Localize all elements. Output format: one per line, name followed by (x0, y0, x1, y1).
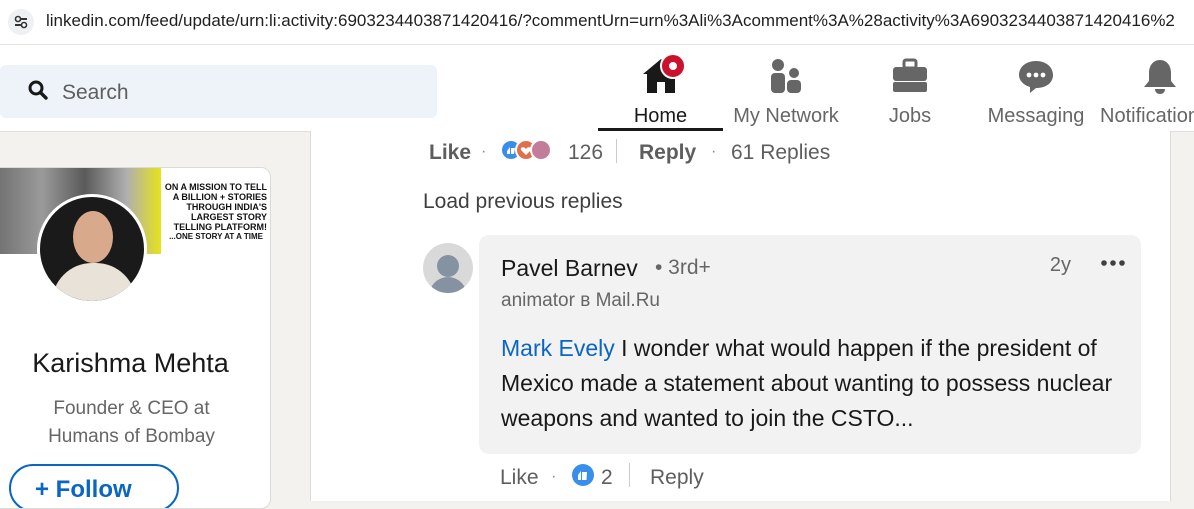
banner-text: ON A MISSION TO TELL A BILLION + STORIES… (164, 182, 267, 232)
comment-bubble: Pavel Barnev • 3rd+ animator в Mail.Ru 2… (479, 235, 1141, 454)
nav-messaging-label: Messaging (987, 105, 1085, 127)
like-button[interactable]: Like (429, 141, 471, 165)
comment-reaction-count[interactable]: 2 (601, 466, 613, 490)
comment-reply-button[interactable]: Reply (650, 466, 704, 490)
commenter-avatar[interactable] (423, 243, 473, 293)
notification-badge (660, 53, 686, 79)
site-settings-icon[interactable] (8, 9, 34, 35)
mention-link[interactable]: Mark Evely (501, 335, 615, 361)
replies-count-link[interactable]: 61 Replies (731, 141, 830, 165)
nav-messaging[interactable]: Messaging (980, 53, 1092, 131)
browser-address-bar[interactable]: linkedin.com/feed/update/urn:li:activity… (0, 0, 1194, 45)
nav-notifications[interactable]: Notifications (1100, 53, 1194, 131)
reaction-count[interactable]: 126 (568, 141, 603, 165)
search-icon (28, 80, 48, 100)
comment-author-title: animator в Mail.Ru (501, 290, 660, 311)
profile-headline: Founder & CEO at Humans of Bombay (48, 398, 215, 447)
comment-author-name[interactable]: Pavel Barnev (501, 255, 638, 282)
reactions-icon (500, 139, 552, 161)
nav-home-label: Home (633, 105, 688, 127)
url-text[interactable]: linkedin.com/feed/update/urn:li:activity… (46, 11, 1175, 31)
network-icon (771, 59, 801, 93)
messaging-icon (1019, 61, 1053, 93)
nav-my-network-label: My Network (733, 105, 839, 127)
nav-notifications-label: Notifications (1100, 105, 1194, 127)
nav-jobs-label: Jobs (888, 105, 932, 127)
more-options-icon[interactable] (1099, 253, 1127, 273)
comment-text: Mark Evely I wonder what would happen if… (501, 331, 1126, 436)
profile-name[interactable]: Karishma Mehta (0, 348, 270, 379)
reply-button[interactable]: Reply (639, 141, 696, 165)
comment-timestamp: 2y (1049, 254, 1071, 276)
load-previous-replies-button[interactable]: Load previous replies (423, 190, 623, 214)
comment-like-button[interactable]: Like (500, 466, 539, 490)
nav-jobs[interactable]: Jobs (860, 53, 960, 131)
profile-avatar[interactable] (37, 194, 147, 304)
follow-button[interactable]: + Follow (9, 464, 179, 508)
search-input[interactable]: Search (62, 81, 129, 105)
connection-degree: • 3rd+ (655, 256, 711, 279)
bell-icon (1144, 60, 1176, 94)
search-box[interactable]: Search (0, 65, 437, 118)
top-nav-bar: Search Home My Network Jobs Messaging No… (0, 45, 1194, 132)
comment-thread: Like · 126 Reply · 61 Replies Load previ… (310, 131, 1171, 501)
banner-tagline: ...ONE STORY AT A TIME (169, 232, 263, 241)
profile-card: ON A MISSION TO TELL A BILLION + STORIES… (0, 167, 271, 509)
nav-my-network[interactable]: My Network (726, 53, 846, 131)
briefcase-icon (893, 58, 927, 92)
like-reaction-icon (572, 464, 594, 486)
follow-button-label: + Follow (35, 476, 132, 503)
